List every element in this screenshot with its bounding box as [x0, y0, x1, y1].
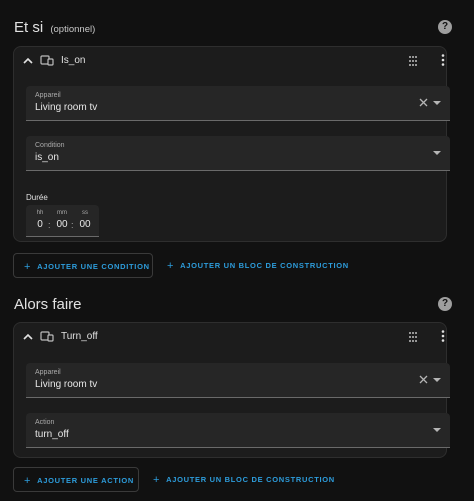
optional-label: (optionnel) [50, 24, 96, 35]
clear-icon[interactable] [419, 98, 428, 107]
device-field-label: Appareil [35, 369, 61, 376]
help-circle-icon[interactable]: ? [438, 20, 452, 34]
action-field-label: Action [35, 419, 55, 426]
dropdown-arrow-icon[interactable] [433, 101, 441, 105]
plus-icon: + [167, 260, 175, 272]
device-icon [40, 55, 54, 66]
plus-icon: + [24, 475, 32, 487]
condition-card-header[interactable]: Is_on [14, 47, 446, 77]
hours-value[interactable]: 0 [30, 219, 50, 230]
duration-hours[interactable]: hh 0 [30, 205, 50, 230]
duration-separator: : [48, 220, 51, 230]
add-condition-label: AJOUTER UNE CONDITION [37, 262, 150, 271]
condition-field-value: is_on [35, 152, 59, 163]
action-select[interactable]: Action turn_off [26, 413, 450, 448]
action-card: Turn_off Appareil Living room tv Action … [13, 322, 450, 458]
duration-label: Durée [26, 193, 48, 202]
device-select[interactable]: Appareil Living room tv [26, 86, 450, 121]
duration-seconds[interactable]: ss 00 [75, 205, 95, 230]
minutes-value[interactable]: 00 [52, 219, 72, 230]
seconds-unit: ss [82, 210, 88, 216]
device-select[interactable]: Appareil Living room tv [26, 363, 450, 398]
duration-minutes[interactable]: mm 00 [52, 205, 72, 230]
device-field-label: Appareil [35, 92, 61, 99]
action-card-title: Turn_off [61, 331, 98, 342]
minutes-unit: mm [57, 210, 67, 216]
clear-icon[interactable] [419, 375, 428, 384]
condition-card-title: Is_on [61, 55, 86, 66]
chevron-up-icon[interactable] [22, 331, 34, 343]
device-field-value: Living room tv [35, 102, 98, 113]
add-building-block-button[interactable]: + AJOUTER UN BLOC DE CONSTRUCTION [163, 253, 353, 278]
action-field-value: turn_off [35, 429, 69, 440]
duration-separator: : [71, 220, 74, 230]
action-card-header[interactable]: Turn_off [14, 323, 446, 353]
add-building-block-button[interactable]: + AJOUTER UN BLOC DE CONSTRUCTION [149, 467, 339, 492]
plus-icon: + [153, 474, 161, 486]
plus-icon: + [24, 261, 32, 273]
add-building-block-label: AJOUTER UN BLOC DE CONSTRUCTION [166, 475, 335, 484]
add-action-button[interactable]: + AJOUTER UNE ACTION [13, 467, 139, 492]
dropdown-arrow-icon[interactable] [433, 428, 441, 432]
dropdown-arrow-icon[interactable] [433, 151, 441, 155]
conditions-title-text: Et si [14, 19, 44, 36]
add-building-block-label: AJOUTER UN BLOC DE CONSTRUCTION [180, 261, 349, 270]
condition-card: Is_on Appareil Living room tv Condition … [13, 46, 450, 242]
drag-handle-icon[interactable] [408, 331, 418, 343]
drag-handle-icon[interactable] [408, 55, 418, 67]
seconds-value[interactable]: 00 [75, 219, 95, 230]
more-vertical-icon[interactable] [439, 53, 447, 67]
more-vertical-icon[interactable] [439, 329, 447, 343]
help-circle-icon[interactable]: ? [438, 297, 452, 311]
condition-field-label: Condition [35, 142, 65, 149]
actions-title-text: Alors faire [14, 296, 82, 313]
device-field-value: Living room tv [35, 379, 98, 390]
dropdown-arrow-icon[interactable] [433, 378, 441, 382]
chevron-up-icon[interactable] [22, 55, 34, 67]
duration-input[interactable]: hh 0 : mm 00 : ss 00 [26, 205, 99, 237]
condition-select[interactable]: Condition is_on [26, 136, 450, 171]
add-condition-button[interactable]: + AJOUTER UNE CONDITION [13, 253, 153, 278]
add-action-label: AJOUTER UNE ACTION [37, 476, 135, 485]
device-icon [40, 331, 54, 342]
hours-unit: hh [36, 210, 44, 216]
conditions-section-title: Et si (optionnel) [14, 19, 95, 36]
actions-section-title: Alors faire [14, 296, 82, 313]
